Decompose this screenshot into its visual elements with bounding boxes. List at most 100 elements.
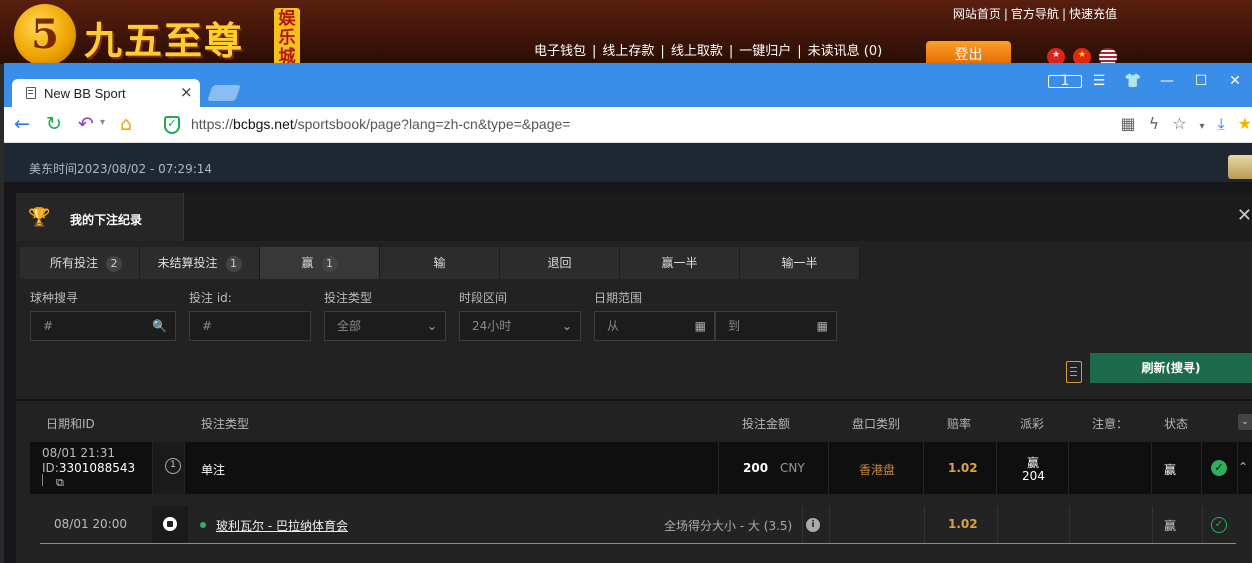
bet-amount-cell: 200 CNY (719, 442, 829, 494)
search-filters: 球种搜寻 # 🔍 投注 id: # 投注类型 全部 ⌄ 时段区间 24小时 ⌄ 日期范… (30, 289, 1230, 359)
new-tab-button[interactable] (207, 85, 241, 101)
bet-id: ID:3301088543 (42, 461, 136, 475)
dropdown-icon[interactable]: ▾ (1200, 121, 1205, 132)
separator: | (592, 44, 597, 59)
tab-half-lost[interactable]: 输一半 (740, 247, 860, 279)
col-payout: 派彩 (1020, 417, 1045, 431)
lightning-icon[interactable]: ϟ (1149, 114, 1160, 133)
url-scheme: https:// (191, 116, 234, 132)
link-one-click-transfer[interactable]: 一键归户 (739, 44, 791, 59)
url-field[interactable]: https://bcbgs.net/sportsbook/page?lang=z… (191, 116, 570, 132)
window-count: 1 (1048, 74, 1082, 88)
address-bar: ← ↻ ↶ ▾ ⌂ https://bcbgs.net/sportsbook/p… (4, 107, 1252, 143)
copy-icon[interactable]: ⧉ (56, 476, 64, 490)
info-icon[interactable]: i (806, 518, 820, 532)
bet-type-select[interactable]: 全部 ⌄ (324, 311, 446, 341)
tab-all-bets[interactable]: 所有投注 2 (20, 247, 140, 279)
undo-icon[interactable]: ↶ (78, 113, 94, 135)
separator: | (797, 44, 802, 59)
match-link[interactable]: 玻利瓦尔 - 巴拉纳体育会 (216, 517, 348, 534)
bet-status: 赢 (1164, 463, 1177, 477)
tab-bar: New BB Sport × 1 ☰ 👕 — ☐ ✕ (4, 63, 1252, 107)
selection-status: 赢 (1164, 519, 1177, 533)
skin-icon[interactable]: 👕 (1116, 73, 1150, 89)
link-quick-deposit[interactable]: 快速充值 (1069, 7, 1117, 21)
bet-type-label: 投注类型 (324, 291, 373, 305)
logout-button[interactable]: 登出 (926, 41, 1011, 65)
reload-icon[interactable]: ↻ (46, 113, 62, 135)
qr-code-icon[interactable]: ▦ (1121, 114, 1136, 133)
tab-won[interactable]: 赢1 (260, 247, 380, 279)
sport-search-input[interactable]: # 🔍 (30, 311, 176, 341)
menu-icon[interactable]: ☰ (1082, 73, 1116, 89)
bet-type: 单注 (201, 463, 226, 477)
bet-row[interactable]: 08/01 21:31 ID:3301088543 ⧉ 1 单注 200 CNY… (30, 442, 1252, 494)
separator: | (1003, 7, 1008, 21)
tab-title: New BB Sport (44, 86, 126, 101)
divider (924, 506, 925, 543)
divider (1202, 506, 1203, 543)
bet-id-label: 投注 id: (189, 291, 232, 305)
link-unread-messages[interactable]: 未读讯息 (0) (808, 44, 883, 59)
search-icon: 🔍 (152, 319, 167, 333)
soccer-ball-icon (163, 517, 177, 531)
download-icon[interactable]: ⤓ (1218, 114, 1225, 133)
link-home[interactable]: 网站首页 (953, 7, 1001, 21)
payout-value: 204 (1022, 469, 1045, 483)
bet-currency: CNY (780, 461, 805, 475)
bet-status-cell: 赢 (1152, 442, 1202, 494)
selection-description: 全场得分大小 - 大 (3.5) (664, 519, 793, 533)
tab-close-icon[interactable]: × (180, 83, 193, 101)
link-online-withdraw[interactable]: 线上取款 (671, 44, 723, 59)
period-select[interactable]: 24小时 ⌄ (459, 311, 581, 341)
bet-history-panel: 🏆 我的下注纪录 ✕ 所有投注 2 未结算投注 1 赢1 输 退回 赢一半 输一半 … (16, 193, 1252, 563)
home-icon[interactable]: ⌂ (120, 113, 132, 135)
period-filter: 时段区间 24小时 ⌄ (459, 289, 581, 341)
bookmark-star-icon[interactable]: ☆ (1172, 114, 1186, 133)
clipboard-icon[interactable] (1066, 361, 1082, 383)
panel-close-icon[interactable]: ✕ (1237, 205, 1252, 226)
link-online-deposit[interactable]: 线上存款 (602, 44, 654, 59)
date-from-input[interactable]: 从 ▦ (594, 311, 715, 341)
bet-odds: 1.02 (948, 461, 978, 475)
chevron-down-icon: ⌄ (426, 319, 437, 333)
col-odds: 赔率 (947, 417, 972, 431)
tab-unsettled[interactable]: 未结算投注 1 (140, 247, 260, 279)
tab-half-won[interactable]: 赢一半 (620, 247, 740, 279)
divider (42, 474, 43, 486)
bet-market: 香港盘 (859, 463, 896, 477)
tab-refunded[interactable]: 退回 (500, 247, 620, 279)
col-amount: 投注金额 (742, 417, 791, 431)
favorites-icon[interactable]: ★ (1238, 114, 1252, 133)
link-official-nav[interactable]: 官方导航 (1011, 7, 1059, 21)
window-count-icon[interactable]: 1 (1048, 73, 1082, 89)
count-badge: 1 (321, 256, 338, 272)
collapse-all-icon[interactable]: ⌄ (1238, 414, 1252, 430)
url-path: /sportsbook/page?lang=zh-cn&type=&page= (293, 116, 571, 132)
account-button[interactable] (1228, 155, 1252, 179)
link-e-wallet[interactable]: 电子钱包 (534, 44, 586, 59)
back-icon[interactable]: ← (14, 113, 30, 135)
undo-dropdown-icon[interactable]: ▾ (100, 117, 105, 128)
chevron-up-icon[interactable]: ⌃ (1238, 460, 1248, 474)
logo-tag: 娱乐城 (274, 8, 300, 67)
date-to-input[interactable]: 到 ▦ (715, 311, 837, 341)
refresh-search-button[interactable]: 刷新(搜寻) (1090, 353, 1252, 383)
browser-window: New BB Sport × 1 ☰ 👕 — ☐ ✕ ← ↻ ↶ ▾ ⌂ htt… (4, 63, 1252, 563)
my-bets-tab[interactable]: 🏆 我的下注纪录 (16, 193, 184, 241)
match-datetime: 08/01 20:00 (54, 517, 127, 531)
account-nav: 电子钱包 | 线上存款 | 线上取款 | 一键归户 | 未读讯息 (0) (534, 40, 882, 59)
calendar-icon: ▦ (694, 319, 706, 333)
maximize-icon[interactable]: ☐ (1184, 73, 1218, 89)
window-controls: 1 ☰ 👕 — ☐ ✕ (1048, 73, 1252, 89)
bet-odds-cell: 1.02 (924, 442, 997, 494)
selection-odds: 1.02 (948, 517, 978, 531)
tab-lost[interactable]: 输 (380, 247, 500, 279)
close-window-icon[interactable]: ✕ (1218, 73, 1252, 89)
minimize-icon[interactable]: — (1150, 73, 1184, 89)
panel-header: 🏆 我的下注纪录 ✕ (16, 193, 1252, 241)
bet-id-input[interactable]: # (189, 311, 311, 341)
us-east-time: 美东时间2023/08/02 - 07:29:14 (29, 162, 213, 176)
browser-tab[interactable]: New BB Sport × (12, 79, 200, 107)
divider (802, 506, 803, 543)
